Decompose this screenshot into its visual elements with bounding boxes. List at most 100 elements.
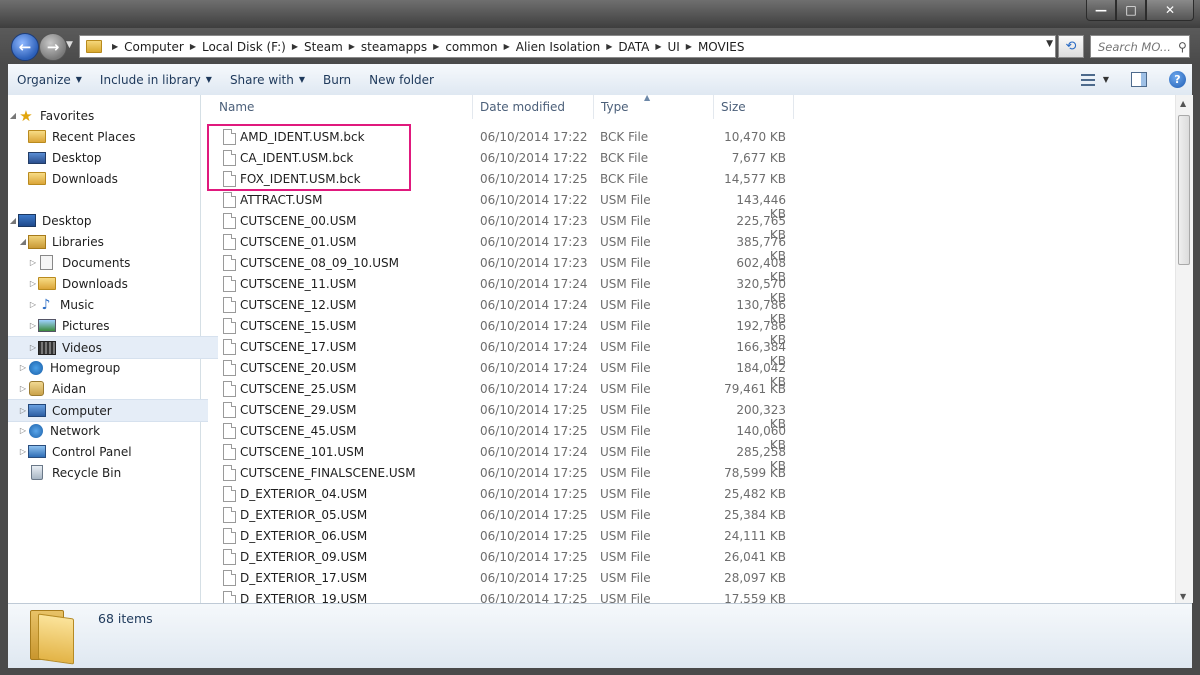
organize-button[interactable]: Organize ▼ [8,64,91,95]
title-bar[interactable]: — □ ✕ [0,0,1200,28]
nav-recent-places[interactable]: Recent Places [8,126,218,147]
breadcrumb-steam[interactable]: Steam ▶ [304,40,361,54]
expand-icon[interactable]: ▷ [18,447,28,456]
table-row[interactable]: CUTSCENE_01.USM 06/10/2014 17:23 USM File 3… [201,231,901,263]
table-row[interactable]: CUTSCENE_FINALSCENE.USM 06/10/2014 17:25 U… [201,462,901,483]
share-with-button[interactable]: Share with ▼ [221,64,314,95]
nav-desktop-favorite[interactable]: Desktop [8,147,218,168]
nav-pictures[interactable]: ▷ Pictures [8,315,218,336]
nav-computer[interactable]: ▷ Computer [8,399,208,422]
breadcrumb-steamapps[interactable]: steamapps ▶ [361,40,445,54]
minimize-button[interactable]: — [1086,0,1116,21]
view-options-icon[interactable] [1080,73,1095,86]
burn-button[interactable]: Burn [314,64,360,95]
nav-favorites[interactable]: ◢ ★ Favorites [8,105,198,126]
nav-music[interactable]: ▷ ♪ Music [8,294,218,315]
nav-downloads[interactable]: ▷ Downloads [8,273,218,294]
column-header-date[interactable]: Date modified [473,95,594,119]
expand-icon[interactable]: ▷ [28,279,38,288]
search-icon[interactable]: ⚲ [1178,40,1187,54]
scroll-up-icon[interactable]: ▲ [1180,99,1186,108]
close-button[interactable]: ✕ [1146,0,1194,21]
file-type: USM File [600,403,651,417]
address-bar[interactable]: ▶ Computer ▶ Local Disk (F:) ▶ Steam ▶ stea… [79,35,1056,58]
nav-user[interactable]: ▷ Aidan [8,378,208,399]
collapse-icon[interactable]: ◢ [18,237,28,246]
table-row[interactable]: D_EXTERIOR_09.USM 06/10/2014 17:25 USM Fil… [201,546,901,567]
breadcrumb-alien-isolation[interactable]: Alien Isolation ▶ [516,40,619,54]
address-dropdown-icon[interactable]: ▼ [1046,39,1053,49]
column-header-size[interactable]: Size [714,95,794,119]
column-header-type[interactable]: ▲ Type [594,95,714,119]
recent-pages-dropdown-icon[interactable]: ▼ [66,40,73,50]
table-row[interactable]: D_EXTERIOR_19.USM 06/10/2014 17:25 USM Fil… [201,588,901,603]
table-row[interactable]: CUTSCENE_45.USM 06/10/2014 17:25 USM File 1… [201,420,901,452]
nav-control-panel[interactable]: ▷ Control Panel [8,441,208,462]
include-in-library-button[interactable]: Include in library ▼ [91,64,221,95]
breadcrumb-computer[interactable]: Computer ▶ [124,40,202,54]
collapse-icon[interactable]: ◢ [8,216,18,225]
nav-network[interactable]: ▷ Network [8,420,208,441]
scroll-down-icon[interactable]: ▼ [1180,592,1186,601]
nav-homegroup[interactable]: ▷ Homegroup [8,357,208,378]
collapse-icon[interactable]: ◢ [8,111,18,120]
new-folder-button[interactable]: New folder [360,64,443,95]
breadcrumb-ui[interactable]: UI ▶ [667,40,697,54]
breadcrumb-common[interactable]: common ▶ [445,40,515,54]
folder-icon [30,610,76,665]
breadcrumb-root-arrow[interactable]: ▶ [106,42,124,51]
table-row[interactable]: ATTRACT.USM 06/10/2014 17:22 USM File 143,4… [201,189,901,221]
view-dropdown-icon[interactable]: ▼ [1103,75,1109,84]
homegroup-icon [29,360,43,375]
expand-icon[interactable]: ▷ [18,406,28,415]
maximize-button[interactable]: □ [1116,0,1146,21]
expand-icon[interactable]: ▷ [28,258,38,267]
navigation-pane: ◢ ★ Favorites Recent Places Desktop Downlo… [8,95,218,603]
file-date: 06/10/2014 17:24 [480,277,588,291]
table-row[interactable]: CUTSCENE_29.USM 06/10/2014 17:25 USM File 2… [201,399,901,431]
vertical-scrollbar[interactable]: ▲ ▼ [1175,95,1193,603]
table-row[interactable]: CUTSCENE_08_09_10.USM 06/10/2014 17:23 USM… [201,252,901,284]
expand-icon[interactable]: ▷ [28,343,38,352]
search-input[interactable] [1096,38,1178,55]
table-row[interactable]: D_EXTERIOR_05.USM 06/10/2014 17:25 USM Fil… [201,504,901,525]
expand-icon[interactable]: ▷ [28,321,38,330]
forward-arrow-icon[interactable]: → [39,33,67,61]
table-row[interactable]: CUTSCENE_11.USM 06/10/2014 17:24 USM File 3… [201,273,901,305]
preview-pane-icon[interactable] [1131,72,1147,87]
search-box[interactable]: ⚲ [1090,35,1190,58]
nav-recycle-bin[interactable]: Recycle Bin [8,462,218,483]
nav-desktop[interactable]: ◢ Desktop [8,210,198,231]
expand-icon[interactable]: ▷ [18,363,28,372]
table-row[interactable]: CUTSCENE_00.USM 06/10/2014 17:23 USM File 2… [201,210,901,242]
expand-icon[interactable]: ▷ [18,384,28,393]
column-header-name[interactable]: Name [201,95,473,119]
table-row[interactable]: CUTSCENE_15.USM 06/10/2014 17:24 USM File 1… [201,315,901,347]
command-bar: Organize ▼ Include in library ▼ Share with… [8,64,1192,96]
scroll-thumb[interactable] [1178,115,1190,265]
nav-libraries[interactable]: ◢ Libraries [8,231,208,252]
nav-documents[interactable]: ▷ Documents [8,252,218,273]
nav-videos[interactable]: ▷ Videos [8,336,218,359]
nav-downloads-favorite[interactable]: Downloads [8,168,218,189]
table-row[interactable]: CUTSCENE_20.USM 06/10/2014 17:24 USM File 1… [201,357,901,389]
table-row[interactable]: CUTSCENE_17.USM 06/10/2014 17:24 USM File 1… [201,336,901,368]
file-date: 06/10/2014 17:23 [480,235,588,249]
table-row[interactable]: D_EXTERIOR_06.USM 06/10/2014 17:25 USM Fil… [201,525,901,546]
help-icon[interactable]: ? [1169,71,1186,88]
expand-icon[interactable]: ▷ [18,426,28,435]
star-icon: ★ [19,106,33,125]
table-row[interactable]: D_EXTERIOR_17.USM 06/10/2014 17:25 USM Fil… [201,567,901,588]
table-row[interactable]: CUTSCENE_101.USM 06/10/2014 17:24 USM File… [201,441,901,473]
breadcrumb-local-disk[interactable]: Local Disk (F:) ▶ [202,40,304,54]
breadcrumb-data[interactable]: DATA ▶ [618,40,667,54]
back-arrow-icon[interactable]: ← [11,33,39,61]
file-date: 06/10/2014 17:25 [480,424,588,438]
breadcrumb-movies[interactable]: MOVIES [698,40,745,54]
table-row[interactable]: CUTSCENE_12.USM 06/10/2014 17:24 USM File 1… [201,294,901,326]
file-size: 14,577 KB [724,172,786,186]
expand-icon[interactable]: ▷ [28,300,38,309]
table-row[interactable]: CUTSCENE_25.USM 06/10/2014 17:24 USM File 7… [201,378,901,399]
table-row[interactable]: D_EXTERIOR_04.USM 06/10/2014 17:25 USM Fil… [201,483,901,504]
refresh-icon[interactable]: ⟲ [1058,35,1084,58]
